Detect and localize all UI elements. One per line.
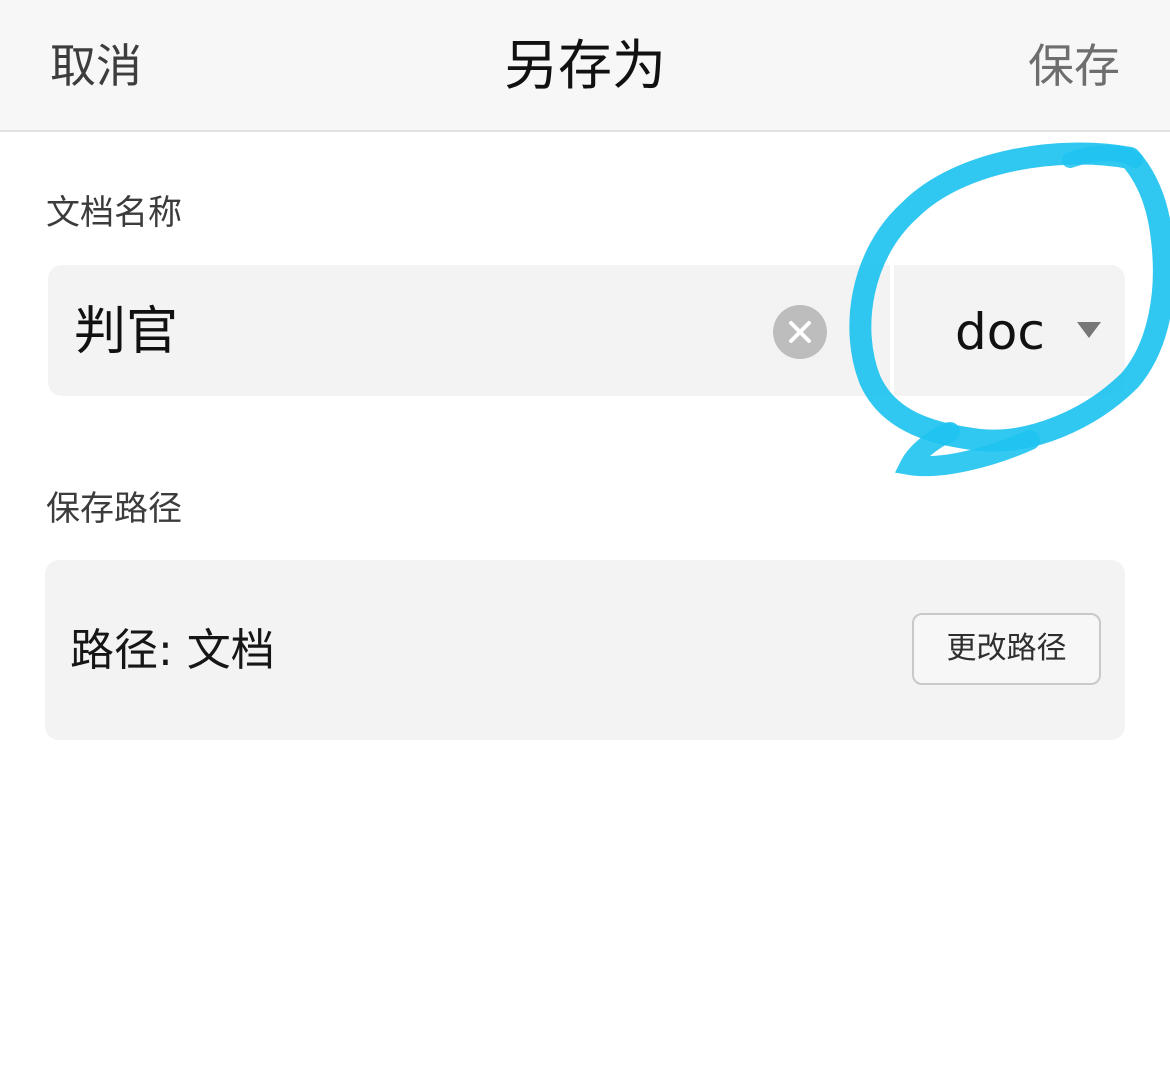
change-path-button[interactable]: 更改路径 — [912, 613, 1101, 685]
save-path-label: 保存路径 — [46, 489, 182, 529]
save-path-value: 路径: 文档 — [70, 625, 275, 676]
file-format-value: doc — [955, 303, 1045, 361]
caret-down-icon[interactable] — [1077, 322, 1101, 338]
document-name-input[interactable]: 判官 — [74, 298, 178, 366]
document-name-label: 文档名称 — [46, 193, 182, 233]
save-button[interactable]: 保存 — [1028, 34, 1120, 98]
navigation-bar: 取消 另存为 保存 — [0, 0, 1170, 132]
clear-icon[interactable] — [773, 305, 827, 359]
page-title: 另存为 — [504, 34, 666, 97]
